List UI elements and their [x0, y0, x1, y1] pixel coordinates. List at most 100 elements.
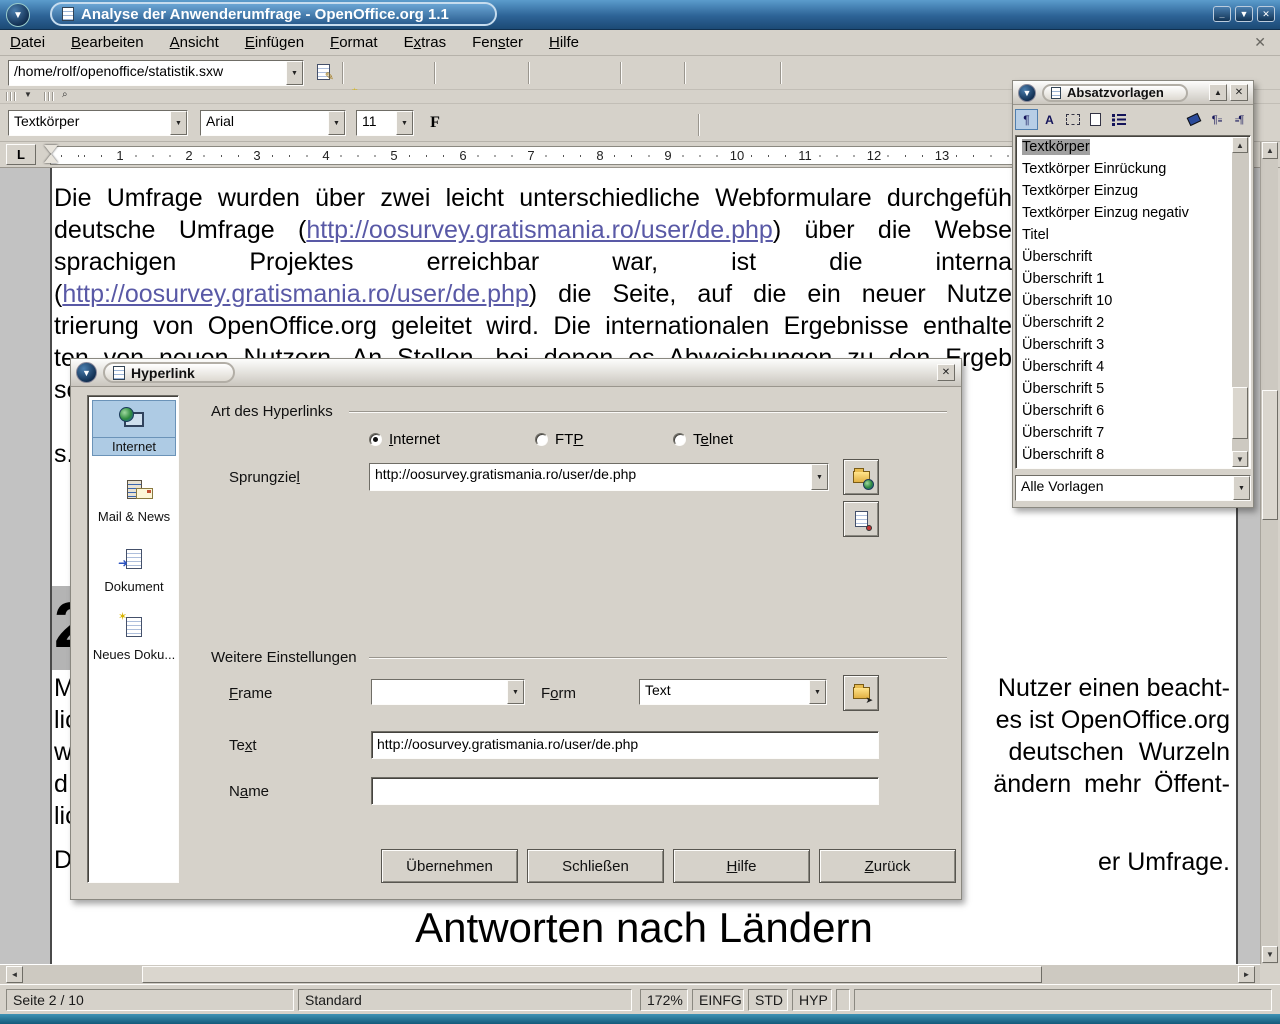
- text-fragment[interactable]: es ist OpenOffice.org: [970, 706, 1230, 735]
- menu-ansicht[interactable]: Ansicht: [170, 34, 219, 51]
- status-selection-mode[interactable]: STD: [748, 989, 788, 1011]
- status-insert-mode[interactable]: EINFG: [692, 989, 744, 1011]
- scroll-down-icon[interactable]: ▼: [1232, 451, 1248, 467]
- style-item[interactable]: Überschrift 7: [1017, 423, 1232, 445]
- sidebar-item-dokument[interactable]: ➜ Dokument: [92, 540, 176, 595]
- menu-einfuegen[interactable]: Einfügen: [245, 34, 304, 51]
- url-combobox[interactable]: /home/rolf/openoffice/statistik.sxw: [8, 60, 304, 86]
- radio-dot-icon[interactable]: [535, 433, 548, 446]
- sidebar-item-neues-dokument[interactable]: ✶ Neues Doku...: [92, 608, 176, 663]
- frame-value[interactable]: [372, 680, 507, 704]
- style-item[interactable]: Überschrift 5: [1017, 379, 1232, 401]
- bold-button[interactable]: F: [422, 110, 448, 136]
- browse-web-button[interactable]: [843, 459, 879, 495]
- url-dropdown-icon[interactable]: [286, 61, 303, 85]
- radio-ftp[interactable]: FTP: [535, 431, 583, 448]
- stylist-close-button[interactable]: ✕: [1230, 84, 1248, 101]
- style-item[interactable]: Überschrift 3: [1017, 335, 1232, 357]
- style-filter-value[interactable]: Alle Vorlagen: [1016, 476, 1233, 500]
- menu-format[interactable]: Format: [330, 34, 378, 51]
- style-item[interactable]: Überschrift 2: [1017, 313, 1232, 335]
- form-combobox[interactable]: Text: [639, 679, 827, 705]
- paragraph-style-value[interactable]: Textkörper: [9, 111, 170, 135]
- style-item[interactable]: Titel: [1017, 225, 1232, 247]
- minimize-button[interactable]: _: [1213, 6, 1231, 22]
- horizontal-scroll-thumb[interactable]: [142, 966, 1042, 983]
- paragraph-styles-button[interactable]: ¶: [1015, 109, 1038, 130]
- status-zoom[interactable]: 172%: [640, 989, 688, 1011]
- font-name-combobox[interactable]: Arial: [200, 110, 346, 136]
- hilfe-button[interactable]: Hilfe: [673, 849, 810, 883]
- dialog-menu-button[interactable]: ▼: [76, 362, 97, 383]
- form-dropdown-icon[interactable]: [809, 680, 826, 704]
- font-size-combobox[interactable]: 11: [356, 110, 414, 136]
- style-item[interactable]: Überschrift 6: [1017, 401, 1232, 423]
- menu-extras[interactable]: Extras: [404, 34, 447, 51]
- update-style-button[interactable]: ≡¶: [1228, 109, 1251, 130]
- menu-bearbeiten[interactable]: Bearbeiten: [71, 34, 144, 51]
- scroll-up-icon[interactable]: ▲: [1232, 137, 1248, 153]
- first-line-indent-marker[interactable]: [44, 145, 58, 154]
- stylist-menu-button[interactable]: ▼: [1018, 84, 1036, 102]
- status-hyperlink-mode[interactable]: HYP: [792, 989, 832, 1011]
- style-item[interactable]: Überschrift 1: [1017, 269, 1232, 291]
- frame-dropdown-icon[interactable]: [507, 680, 524, 704]
- vertical-scroll-thumb[interactable]: [1262, 390, 1278, 520]
- tab-type-selector[interactable]: L: [6, 144, 36, 165]
- text-fragment[interactable]: deutschen Wurzeln: [970, 738, 1230, 767]
- form-value[interactable]: Text: [640, 680, 809, 704]
- scroll-left-icon[interactable]: ◄: [6, 966, 23, 983]
- toolbar-grip[interactable]: [44, 92, 54, 101]
- radio-dot-icon[interactable]: [673, 433, 686, 446]
- font-name-value[interactable]: Arial: [201, 111, 328, 135]
- dialog-close-button[interactable]: ✕: [937, 364, 955, 381]
- text-line[interactable]: Die Umfrage wurden über zwei leicht unte…: [54, 184, 1012, 213]
- sprungziel-dropdown-icon[interactable]: [811, 464, 828, 490]
- font-dropdown-icon[interactable]: [328, 111, 345, 135]
- text-line[interactable]: (http://oosurvey.gratismania.ro/user/de.…: [54, 280, 1012, 309]
- style-item[interactable]: Überschrift 4: [1017, 357, 1232, 379]
- close-button[interactable]: ✕: [1257, 6, 1275, 22]
- text-fragment[interactable]: ändern mehr Öffent-: [970, 770, 1230, 799]
- chapter-heading[interactable]: Antworten nach Ländern: [52, 904, 1236, 952]
- fill-format-mode-button[interactable]: [1182, 109, 1205, 130]
- style-item[interactable]: Überschrift 8: [1017, 445, 1232, 467]
- scroll-right-icon[interactable]: ►: [1238, 966, 1255, 983]
- radio-telnet[interactable]: Telnet: [673, 431, 733, 448]
- radio-dot-icon[interactable]: [369, 433, 382, 446]
- events-button[interactable]: ➤: [843, 675, 879, 711]
- hyperlink-dialog-titlebar[interactable]: ▼ Hyperlink ✕: [71, 359, 961, 387]
- style-item-selected[interactable]: Textkörper: [1017, 137, 1232, 159]
- hyperlink-de-php[interactable]: http://oosurvey.gratismania.ro/user/de.p…: [62, 280, 528, 308]
- size-dropdown-icon[interactable]: [396, 111, 413, 135]
- left-indent-marker[interactable]: [44, 154, 58, 163]
- sprungziel-value[interactable]: http://oosurvey.gratismania.ro/user/de.p…: [370, 464, 811, 490]
- filter-dropdown-icon[interactable]: [1233, 476, 1250, 500]
- horizontal-scrollbar[interactable]: ◄ ►: [0, 964, 1260, 984]
- style-dropdown-icon[interactable]: [170, 111, 187, 135]
- sprungziel-combobox[interactable]: http://oosurvey.gratismania.ro/user/de.p…: [369, 463, 829, 491]
- toolbar-grip[interactable]: [6, 92, 16, 101]
- stylist-shade-button[interactable]: ▲: [1209, 84, 1227, 101]
- text-line[interactable]: sprachigen Projektes erreichbar war, ist…: [54, 248, 1012, 277]
- hyperlink-de-php[interactable]: http://oosurvey.gratismania.ro/user/de.p…: [306, 216, 772, 244]
- vertical-scrollbar[interactable]: ▲ ▼: [1260, 142, 1278, 964]
- menu-fenster[interactable]: Fenster: [472, 34, 523, 51]
- text-fragment[interactable]: er Umfrage.: [970, 848, 1230, 877]
- zurueck-button[interactable]: Zurück: [819, 849, 956, 883]
- sidebar-item-internet[interactable]: Internet: [92, 400, 176, 456]
- sidebar-item-mail-news[interactable]: Mail & News: [92, 470, 176, 525]
- text-input[interactable]: http://oosurvey.gratismania.ro/user/de.p…: [371, 731, 879, 759]
- menu-hilfe[interactable]: Hilfe: [549, 34, 579, 51]
- radio-internet[interactable]: Internet: [369, 431, 440, 448]
- frame-styles-button[interactable]: [1061, 109, 1084, 130]
- schliessen-button[interactable]: Schließen: [527, 849, 664, 883]
- style-item[interactable]: Textkörper Einrückung: [1017, 159, 1232, 181]
- stylist-titlebar[interactable]: ▼ Absatzvorlagen ▲ ✕: [1013, 81, 1253, 105]
- maximize-button[interactable]: ▼: [1235, 6, 1253, 22]
- font-size-value[interactable]: 11: [357, 111, 396, 135]
- style-scroll-thumb[interactable]: [1232, 387, 1248, 439]
- scroll-down-icon[interactable]: ▼: [1262, 946, 1278, 963]
- status-page-style[interactable]: Standard: [298, 989, 632, 1011]
- search-icon[interactable]: ⌕: [62, 89, 68, 100]
